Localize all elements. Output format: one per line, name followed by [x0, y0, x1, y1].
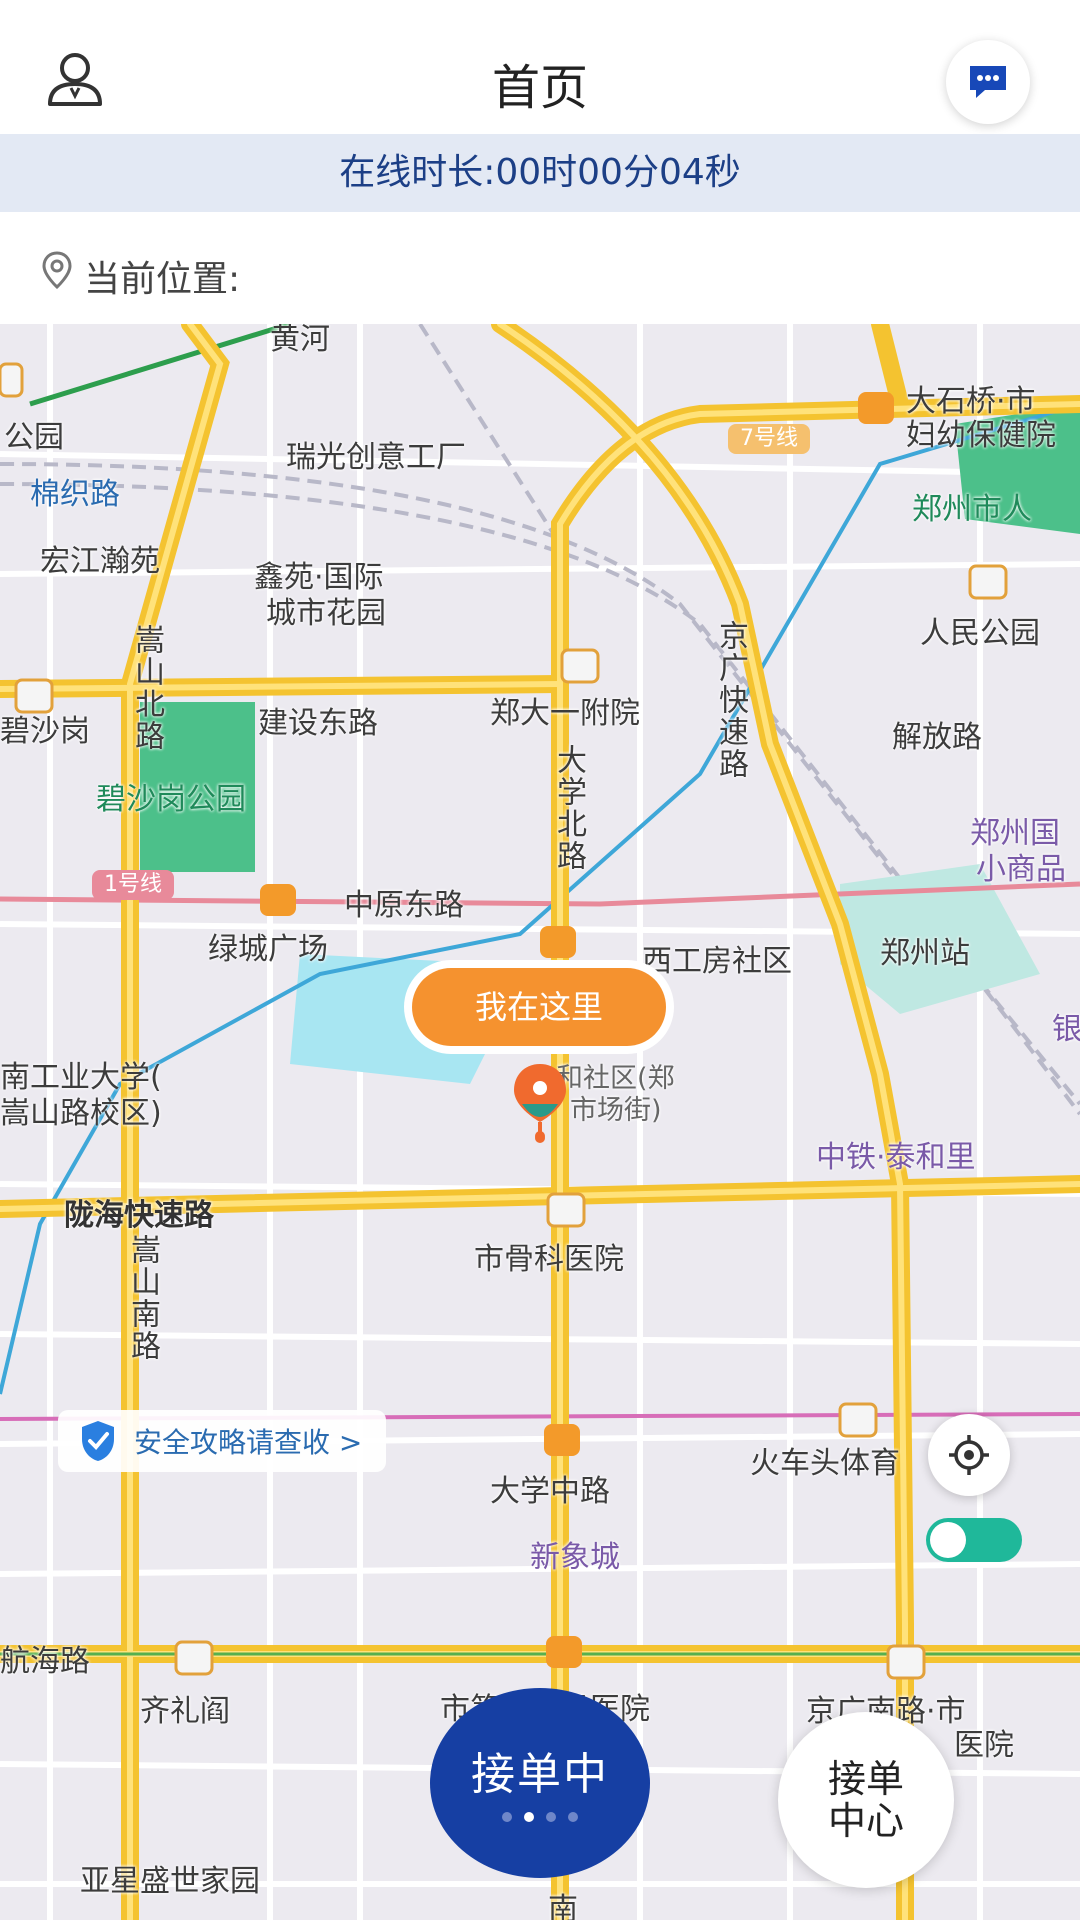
location-pin-icon	[42, 251, 72, 290]
map-label: 郑大一附院	[490, 696, 640, 731]
here-marker-label: 我在这里	[412, 968, 666, 1046]
message-button[interactable]	[946, 40, 1030, 124]
map-label: 齐礼阎	[140, 1694, 230, 1729]
map-label: 宏江瀚苑	[40, 544, 160, 579]
map-label: 建设东路	[258, 706, 378, 741]
shield-check-icon	[82, 1421, 114, 1461]
map-label: 小商品	[976, 852, 1066, 887]
map-label: 碧沙岗	[0, 714, 90, 749]
map-label: 城市花园	[266, 596, 386, 631]
map-label: 火车头体育	[750, 1446, 900, 1481]
map-label: 中原东路	[344, 888, 464, 923]
locate-crosshair-icon	[949, 1435, 989, 1475]
map-label: 西工房社区	[642, 944, 792, 979]
order-status-button[interactable]: 接单中	[430, 1688, 650, 1878]
map-label: 市场街)	[570, 1095, 662, 1126]
map-label: 医院	[954, 1728, 1014, 1763]
map-label: 棉织路	[30, 477, 120, 512]
toggle-knob	[930, 1522, 966, 1558]
pager-dot-active	[524, 1812, 534, 1822]
map-layer-toggle[interactable]	[926, 1518, 1022, 1562]
pager-dot	[502, 1812, 512, 1822]
map-label: 银	[1052, 1012, 1080, 1047]
map-label: 嵩山北路	[129, 624, 164, 752]
map-label: 人民公园	[920, 616, 1040, 651]
map-label: 航海路	[0, 1644, 90, 1679]
map-label: 大学北路	[551, 744, 586, 872]
map-label: 京广快速路	[713, 620, 748, 780]
pager-dots	[430, 1812, 650, 1822]
map-label: 绿城广场	[208, 932, 328, 967]
locate-button[interactable]	[928, 1414, 1010, 1496]
online-duration-banner: 在线时长:00时00分04秒	[0, 134, 1080, 212]
map-label: 新象城	[530, 1540, 620, 1575]
map-label: 中铁·泰和里	[816, 1140, 976, 1175]
safety-tips-text: 安全攻略请查收 >	[134, 1426, 363, 1459]
map-label: 郑州市人	[912, 492, 1032, 527]
page-title: 首页	[491, 60, 588, 116]
app-header: 首页	[0, 0, 1080, 134]
map-view[interactable]: 黄河 公园 棉织路 瑞光创意工厂 大石桥·市 妇幼保健院 7号线 郑州市人 宏江…	[0, 324, 1080, 1920]
current-location-label: 当前位置:	[84, 259, 241, 300]
chat-bubble-icon	[970, 66, 1006, 98]
map-label: 大学中路	[490, 1474, 610, 1509]
map-label: 黄河	[270, 324, 330, 357]
current-position-pin-icon	[514, 1064, 566, 1143]
map-label: 嵩山南路	[125, 1234, 160, 1362]
safety-tips-banner[interactable]: 安全攻略请查收 >	[58, 1410, 387, 1472]
order-status-label: 接单中	[471, 1749, 609, 1800]
map-label: 嵩山路校区)	[0, 1096, 162, 1131]
map-label: 碧沙岗公园	[96, 782, 246, 817]
map-label: 亚星盛世家园	[80, 1864, 260, 1899]
order-center-button[interactable]: 接单中心	[778, 1712, 954, 1888]
map-label: 南	[548, 1892, 578, 1920]
map-label: 市骨科医院	[474, 1242, 624, 1277]
map-label: 瑞光创意工厂	[286, 440, 466, 475]
pager-dot	[546, 1812, 556, 1822]
metro-line-tag: 1号线	[92, 870, 174, 900]
map-label: 公园	[4, 420, 64, 455]
map-label: 解放路	[892, 720, 982, 755]
pager-dot	[568, 1812, 578, 1822]
map-label: 郑州站	[880, 936, 970, 971]
map-label: 妇幼保健院	[906, 418, 1056, 453]
metro-line-tag: 7号线	[728, 424, 810, 454]
map-label: 陇海快速路	[64, 1198, 214, 1233]
order-center-label: 接单中心	[827, 1757, 904, 1843]
